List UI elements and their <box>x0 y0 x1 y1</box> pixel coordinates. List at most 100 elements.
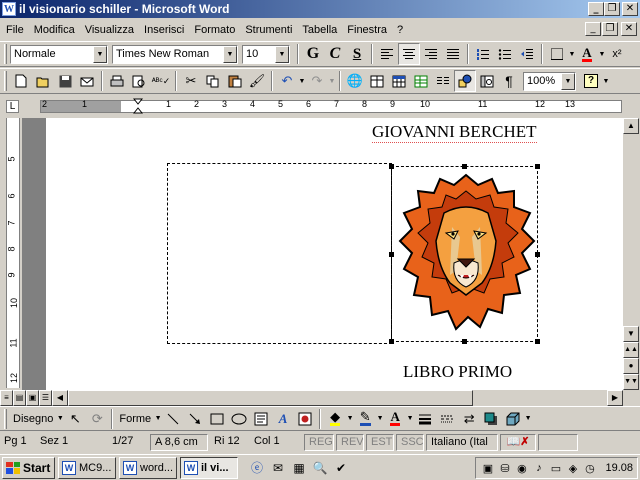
taskbar-task-word[interactable]: W word... <box>119 456 177 479</box>
drawing-button[interactable] <box>454 70 476 92</box>
resize-handle[interactable] <box>462 164 467 169</box>
align-right-button[interactable] <box>420 43 442 65</box>
columns-button[interactable] <box>432 70 454 92</box>
insert-excel-button[interactable] <box>410 70 432 92</box>
tab-stop-selector[interactable]: L <box>6 100 19 113</box>
oval-button[interactable] <box>228 408 250 430</box>
word-app-icon[interactable]: W <box>2 2 16 16</box>
show-hide-button[interactable]: ¶ <box>498 70 520 92</box>
status-page[interactable]: Pg 1 <box>0 434 28 451</box>
menu-modifica[interactable]: Modifica <box>34 24 75 36</box>
document-subheading[interactable]: LIBRO PRIMO <box>403 362 512 382</box>
status-line[interactable]: Ri 12 <box>210 434 248 451</box>
tables-borders-button[interactable] <box>366 70 388 92</box>
chevron-down-icon[interactable]: ▼ <box>568 51 576 58</box>
chevron-down-icon[interactable]: ▼ <box>154 415 162 422</box>
status-overtype[interactable]: SSC <box>396 433 424 451</box>
draw-font-color-button[interactable]: A <box>384 408 406 430</box>
normal-view-button[interactable]: ≡ <box>0 390 13 406</box>
chevron-down-icon[interactable]: ▼ <box>328 78 336 85</box>
align-left-button[interactable] <box>376 43 398 65</box>
scroll-right-button[interactable]: ▶ <box>607 390 623 406</box>
line-button[interactable] <box>162 408 184 430</box>
horizontal-scrollbar[interactable]: ≡ ▤ ▣ ☰ ◀ ▶ <box>0 390 640 406</box>
chevron-down-icon[interactable]: ▼ <box>561 72 575 90</box>
outlook-icon[interactable]: ✉ <box>269 459 287 477</box>
toolbar-grip[interactable] <box>4 71 7 91</box>
resize-handle[interactable] <box>389 252 394 257</box>
undo-button[interactable]: ↶ <box>276 70 298 92</box>
document-map-button[interactable] <box>476 70 498 92</box>
chevron-down-icon[interactable]: ▼ <box>275 45 289 63</box>
minimize-icon[interactable]: _ <box>588 2 604 16</box>
borders-button[interactable] <box>546 43 568 65</box>
title-bar[interactable]: W il visionario schiller - Microsoft Wor… <box>0 0 640 18</box>
chevron-down-icon[interactable]: ▼ <box>602 78 610 85</box>
chevron-down-icon[interactable]: ▼ <box>524 415 532 422</box>
indent-marker-icon[interactable] <box>133 98 145 116</box>
rotate-button[interactable]: ⟳ <box>86 408 108 430</box>
chevron-down-icon[interactable]: ▼ <box>298 78 306 85</box>
menu-visualizza[interactable]: Visualizza <box>85 24 134 36</box>
align-center-button[interactable] <box>398 43 420 65</box>
desktop-icon[interactable]: ▦ <box>290 459 308 477</box>
resize-handle[interactable] <box>389 339 394 344</box>
vertical-ruler[interactable]: 5 6 7 8 9 10 11 12 <box>6 118 20 388</box>
tray-globe-icon[interactable]: ◉ <box>514 461 529 476</box>
style-select[interactable]: Normale ▼ <box>10 44 108 64</box>
document-page[interactable]: GIOVANNI BERCHET LIBRO PRIMO <box>46 118 623 390</box>
italic-button[interactable]: C <box>324 43 346 65</box>
rectangle-button[interactable] <box>206 408 228 430</box>
menu-finestra[interactable]: Finestra <box>347 24 387 36</box>
document-heading[interactable]: GIOVANNI BERCHET <box>372 122 537 143</box>
draw-menu-button[interactable]: Disegno <box>13 413 53 425</box>
tray-network-icon[interactable]: ⛁ <box>497 461 512 476</box>
tray-scheduler-icon[interactable]: ◷ <box>582 461 597 476</box>
copy-button[interactable] <box>202 70 224 92</box>
spelling-status[interactable]: 📖✗ <box>500 433 536 451</box>
page-view-button[interactable]: ▣ <box>26 390 39 406</box>
print-preview-button[interactable] <box>128 70 150 92</box>
status-column[interactable]: Col 1 <box>250 434 302 451</box>
chevron-down-icon[interactable]: ▼ <box>598 51 606 58</box>
menu-inserisci[interactable]: Inserisci <box>144 24 184 36</box>
highlight-button[interactable]: A <box>576 43 598 65</box>
taskbar-task-il-visionario[interactable]: W il vi... <box>180 456 238 479</box>
shadow-button[interactable] <box>480 408 502 430</box>
print-button[interactable] <box>106 70 128 92</box>
toolbar-grip[interactable] <box>4 408 7 429</box>
toolbar-grip[interactable] <box>4 44 7 64</box>
spellcheck-button[interactable]: ᴬᴮᶜ✓ <box>150 70 172 92</box>
next-page-button[interactable]: ▼▼ <box>623 374 639 390</box>
tray-volume-icon[interactable]: ♪ <box>531 461 546 476</box>
status-section[interactable]: Sez 1 <box>30 434 106 451</box>
status-pages[interactable]: 1/27 <box>108 434 148 451</box>
previous-page-button[interactable]: ▲▲ <box>623 342 639 358</box>
chevron-down-icon[interactable]: ▼ <box>56 415 64 422</box>
tasks-icon[interactable]: ✔ <box>332 459 350 477</box>
justify-button[interactable] <box>442 43 464 65</box>
chevron-down-icon[interactable]: ▼ <box>406 415 414 422</box>
wordart-button[interactable]: A <box>272 408 294 430</box>
autoshapes-menu-button[interactable]: Forme <box>119 413 151 425</box>
doc-restore-icon[interactable]: ❐ <box>602 22 618 36</box>
font-select[interactable]: Times New Roman ▼ <box>112 44 238 64</box>
select-objects-button[interactable]: ↖ <box>64 408 86 430</box>
start-button[interactable]: Start <box>2 456 55 479</box>
office-assistant-button[interactable]: ? <box>580 70 602 92</box>
zoom-select[interactable]: 100% ▼ <box>523 71 576 91</box>
superscript-button[interactable]: x² <box>606 43 628 65</box>
new-button[interactable] <box>10 70 32 92</box>
3d-button[interactable] <box>502 408 524 430</box>
dash-style-button[interactable] <box>436 408 458 430</box>
scroll-down-button[interactable]: ▼ <box>623 326 639 342</box>
vertical-scrollbar[interactable]: ▲ ▼ ▲▲ ● ▼▼ <box>623 118 640 390</box>
paste-button[interactable] <box>224 70 246 92</box>
tray-app-icon[interactable]: ▣ <box>480 461 495 476</box>
text-box[interactable] <box>167 163 392 344</box>
decrease-indent-button[interactable] <box>516 43 538 65</box>
menu-tabella[interactable]: Tabella <box>302 24 337 36</box>
format-painter-button[interactable]: 🖌 <box>246 70 268 92</box>
chevron-down-icon[interactable]: ▼ <box>223 45 237 63</box>
chevron-down-icon[interactable]: ▼ <box>93 45 107 63</box>
